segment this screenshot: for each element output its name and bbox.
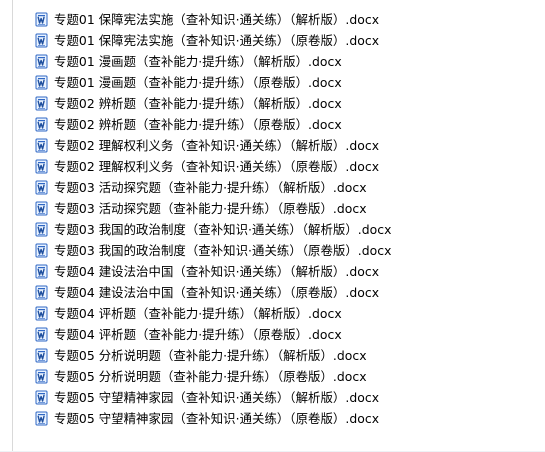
file-name-label: 专题02 理解权利义务（查补知识·通关练）（原卷版）.docx: [54, 159, 380, 174]
word-document-icon: [35, 327, 48, 342]
word-document-icon: [35, 390, 48, 405]
navigation-pane-edge: [0, 0, 13, 452]
file-name-label: 专题04 评析题（查补能力·提升练）（解析版）.docx: [54, 306, 342, 321]
file-list-pane: 专题01 保障宪法实施（查补知识·通关练）（解析版）.docx 专题01 保障宪…: [0, 0, 545, 452]
word-document-icon: [35, 264, 48, 279]
word-document-icon: [35, 222, 48, 237]
word-document-icon: [35, 411, 48, 426]
file-list-item[interactable]: 专题05 守望精神家园（查补知识·通关练）（解析版）.docx: [30, 387, 530, 408]
file-list-item[interactable]: 专题02 理解权利义务（查补知识·通关练）（解析版）.docx: [30, 135, 530, 156]
file-name-label: 专题01 保障宪法实施（查补知识·通关练）（原卷版）.docx: [54, 33, 380, 48]
file-list-item[interactable]: 专题01 保障宪法实施（查补知识·通关练）（原卷版）.docx: [30, 30, 530, 51]
file-list-item[interactable]: 专题04 评析题（查补能力·提升练）（解析版）.docx: [30, 303, 530, 324]
file-list-item[interactable]: 专题04 建设法治中国（查补知识·通关练）（原卷版）.docx: [30, 282, 530, 303]
file-list-item[interactable]: 专题05 分析说明题（查补能力·提升练）（解析版）.docx: [30, 345, 530, 366]
file-name-label: 专题05 分析说明题（查补能力·提升练）（解析版）.docx: [54, 348, 367, 363]
file-name-label: 专题01 保障宪法实施（查补知识·通关练）（解析版）.docx: [54, 12, 380, 27]
file-list-item[interactable]: 专题01 保障宪法实施（查补知识·通关练）（解析版）.docx: [30, 9, 530, 30]
word-document-icon: [35, 96, 48, 111]
word-document-icon: [35, 243, 48, 258]
file-list-item[interactable]: 专题03 我国的政治制度（查补知识·通关练）（原卷版）.docx: [30, 240, 530, 261]
word-document-icon: [35, 348, 48, 363]
word-document-icon: [35, 75, 48, 90]
file-name-label: 专题04 建设法治中国（查补知识·通关练）（原卷版）.docx: [54, 285, 380, 300]
file-name-label: 专题01 漫画题（查补能力·提升练）（原卷版）.docx: [54, 75, 342, 90]
file-name-label: 专题03 活动探究题（查补能力·提升练）（解析版）.docx: [54, 180, 367, 195]
file-name-label: 专题03 我国的政治制度（查补知识·通关练）（解析版）.docx: [54, 222, 392, 237]
file-list: 专题01 保障宪法实施（查补知识·通关练）（解析版）.docx 专题01 保障宪…: [30, 9, 530, 429]
file-list-item[interactable]: 专题03 活动探究题（查补能力·提升练）（原卷版）.docx: [30, 198, 530, 219]
file-list-item[interactable]: 专题01 漫画题（查补能力·提升练）（原卷版）.docx: [30, 72, 530, 93]
word-document-icon: [35, 12, 48, 27]
file-list-item[interactable]: 专题02 理解权利义务（查补知识·通关练）（原卷版）.docx: [30, 156, 530, 177]
file-name-label: 专题03 我国的政治制度（查补知识·通关练）（原卷版）.docx: [54, 243, 392, 258]
file-list-item[interactable]: 专题02 辨析题（查补能力·提升练）（原卷版）.docx: [30, 114, 530, 135]
file-list-item[interactable]: 专题03 我国的政治制度（查补知识·通关练）（解析版）.docx: [30, 219, 530, 240]
word-document-icon: [35, 33, 48, 48]
word-document-icon: [35, 369, 48, 384]
file-name-label: 专题05 守望精神家园（查补知识·通关练）（解析版）.docx: [54, 390, 380, 405]
word-document-icon: [35, 285, 48, 300]
file-name-label: 专题02 辨析题（查补能力·提升练）（原卷版）.docx: [54, 117, 342, 132]
word-document-icon: [35, 306, 48, 321]
word-document-icon: [35, 159, 48, 174]
word-document-icon: [35, 180, 48, 195]
word-document-icon: [35, 138, 48, 153]
file-name-label: 专题04 建设法治中国（查补知识·通关练）（解析版）.docx: [54, 264, 380, 279]
word-document-icon: [35, 117, 48, 132]
file-name-label: 专题05 守望精神家园（查补知识·通关练）（原卷版）.docx: [54, 411, 380, 426]
file-name-label: 专题05 分析说明题（查补能力·提升练）（原卷版）.docx: [54, 369, 367, 384]
file-list-item[interactable]: 专题03 活动探究题（查补能力·提升练）（解析版）.docx: [30, 177, 530, 198]
file-list-item[interactable]: 专题04 评析题（查补能力·提升练）（原卷版）.docx: [30, 324, 530, 345]
file-name-label: 专题02 理解权利义务（查补知识·通关练）（解析版）.docx: [54, 138, 380, 153]
file-name-label: 专题04 评析题（查补能力·提升练）（原卷版）.docx: [54, 327, 342, 342]
word-document-icon: [35, 54, 48, 69]
file-list-item[interactable]: 专题05 守望精神家园（查补知识·通关练）（原卷版）.docx: [30, 408, 530, 429]
file-name-label: 专题01 漫画题（查补能力·提升练）（解析版）.docx: [54, 54, 342, 69]
word-document-icon: [35, 201, 48, 216]
file-list-item[interactable]: 专题02 辨析题（查补能力·提升练）（解析版）.docx: [30, 93, 530, 114]
file-list-item[interactable]: 专题04 建设法治中国（查补知识·通关练）（解析版）.docx: [30, 261, 530, 282]
file-list-item[interactable]: 专题01 漫画题（查补能力·提升练）（解析版）.docx: [30, 51, 530, 72]
file-name-label: 专题02 辨析题（查补能力·提升练）（解析版）.docx: [54, 96, 342, 111]
file-name-label: 专题03 活动探究题（查补能力·提升练）（原卷版）.docx: [54, 201, 367, 216]
file-list-item[interactable]: 专题05 分析说明题（查补能力·提升练）（原卷版）.docx: [30, 366, 530, 387]
